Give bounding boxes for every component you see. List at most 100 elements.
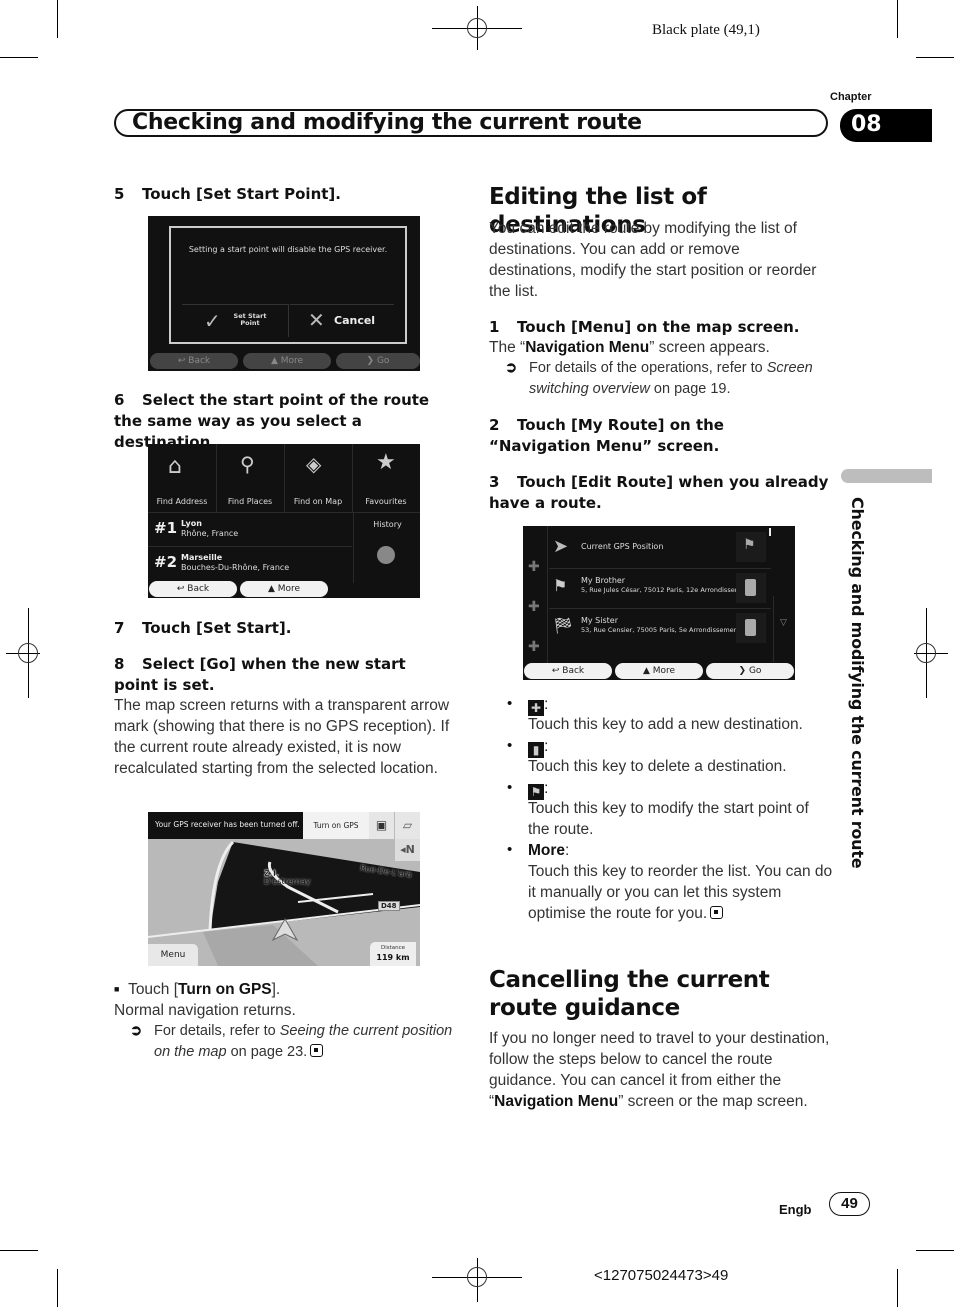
- more-button[interactable]: ▲ More: [243, 353, 331, 369]
- step-1-body: The “Navigation Menu” screen appears.: [489, 337, 829, 358]
- more-label: More: [280, 356, 304, 366]
- step-text: Touch [Edit Route] when you already have…: [489, 473, 829, 512]
- step-2: 2 Touch [My Route] on the “Navigation Men…: [489, 415, 829, 457]
- tile-find-address[interactable]: ⌂ Find Address: [148, 444, 217, 513]
- step-text: Touch [My Route] on the “Navigation Menu…: [489, 416, 724, 455]
- cart-icon[interactable]: ▣: [369, 812, 394, 839]
- screenshot-find-start-point: ⌂ Find Address ⚲ Find Places ◈ Find on M…: [148, 444, 420, 598]
- end-mark-icon: [310, 1044, 324, 1057]
- bullet-text-content: Touch this key to reorder the list. You …: [528, 863, 833, 922]
- tile-favourites[interactable]: ★ Favourites: [352, 444, 420, 513]
- scroll-down-button[interactable]: ▽: [773, 596, 795, 662]
- side-tab-title: Checking and modifying the current route: [848, 497, 867, 869]
- cancelling-body: If you no longer need to travel to your …: [489, 1028, 834, 1112]
- step-7: 7 Touch [Set Start].: [114, 618, 454, 639]
- section-heading-cancelling: Cancelling the current route guidance: [489, 967, 770, 1021]
- places-pin-icon: ⚲: [240, 452, 255, 476]
- tile-find-on-map[interactable]: ◈ Find on Map: [284, 444, 353, 513]
- add-destination-button[interactable]: ✚: [528, 559, 540, 575]
- add-destination-button[interactable]: ✚: [528, 639, 540, 655]
- flag-icon: ⚑: [553, 576, 568, 595]
- cross-reference-note: ➲ For details, refer to Seeing the curren…: [130, 1021, 454, 1063]
- crop-mark: [57, 1269, 58, 1307]
- tile-label: Find Address: [156, 497, 208, 506]
- step-3: 3 Touch [Edit Route] when you already hav…: [489, 472, 829, 514]
- crop-mark: [57, 0, 58, 38]
- screenshot-edit-route: ✚ ✚ ✚ ➤ Current GPS Position ⚑ ⚑ My Brot…: [523, 526, 795, 680]
- delete-destination-button[interactable]: [736, 613, 766, 643]
- instruction-text: ].: [271, 981, 281, 998]
- back-button[interactable]: ↩ Back: [150, 353, 238, 369]
- editing-intro: You can edit the route by modifying the …: [489, 220, 817, 300]
- result-detail: Bouches-Du-Rhône, France: [181, 563, 290, 572]
- scrollbar[interactable]: [769, 528, 771, 536]
- star-icon: ★: [376, 450, 396, 475]
- go-button[interactable]: ❯ Go: [706, 663, 794, 679]
- go-button[interactable]: ❯ Go: [336, 353, 420, 369]
- distance-panel: Distance 119 km: [370, 942, 416, 966]
- view-toggle-icon[interactable]: ▱: [395, 812, 420, 839]
- distance-label: Distance: [380, 945, 406, 951]
- note-text: For details of the operations, refer to: [529, 360, 767, 376]
- registration-mark: [467, 1267, 487, 1287]
- result-row[interactable]: #1 Lyon Rhône, France: [148, 513, 352, 547]
- step-text: Select the start point of the route the …: [114, 391, 430, 451]
- language-label: Engb: [779, 1202, 812, 1217]
- turn-on-gps-instruction: ■ Touch [Turn on GPS].: [114, 979, 454, 1000]
- add-key-icon-label: ✚:: [528, 696, 548, 716]
- trash-icon: [745, 579, 756, 596]
- tile-label: Find on Map: [293, 497, 343, 506]
- back-arrow-icon: ↩: [177, 356, 189, 366]
- gps-off-banner: Your GPS receiver has been turned off.: [148, 812, 303, 839]
- side-tab-bar: [841, 469, 932, 483]
- body-text: The “: [489, 339, 526, 356]
- chapter-title: Checking and modifying the current route: [132, 110, 642, 135]
- area-label: D'estrernay: [264, 877, 311, 886]
- delete-destination-button[interactable]: [736, 573, 766, 603]
- arrow-icon: ➲: [505, 360, 518, 376]
- history-label: History: [373, 520, 402, 529]
- crop-mark: [0, 1250, 38, 1251]
- triangle-down-icon: ▽: [780, 618, 787, 628]
- back-button[interactable]: ↩ Back: [149, 581, 237, 597]
- crop-mark: [0, 57, 38, 58]
- bullet-dot: •: [507, 841, 513, 858]
- map-icon: ◈: [306, 452, 322, 476]
- history-clock-icon: [377, 546, 395, 564]
- back-button[interactable]: ↩ Back: [524, 663, 612, 679]
- more-button[interactable]: ▲ More: [615, 663, 703, 679]
- more-button[interactable]: ▲ More: [240, 581, 328, 597]
- instruction-bold: Turn on GPS: [178, 981, 272, 998]
- page-number: 49: [829, 1192, 870, 1216]
- bullet-dot: •: [507, 737, 513, 754]
- tile-find-places[interactable]: ⚲ Find Places: [216, 444, 285, 513]
- add-destination-button[interactable]: ✚: [528, 599, 540, 615]
- route-row-detail: 5, Rue Jules César, 75012 Paris, 12e Arr…: [581, 586, 752, 594]
- modify-start-button[interactable]: ⚑: [736, 532, 766, 562]
- normal-nav-text: Normal navigation returns.: [114, 1002, 296, 1019]
- home-icon: ▲: [267, 584, 278, 594]
- cancel-button[interactable]: ✕ Cancel: [290, 304, 394, 337]
- step-number: 8: [114, 655, 125, 673]
- crop-mark: [897, 0, 898, 38]
- set-start-point-button[interactable]: ✓ Set Start Point: [182, 304, 289, 337]
- step-8: 8 Select [Go] when the new start point is…: [114, 654, 454, 696]
- checkered-flag-icon: 🏁︎: [553, 616, 574, 635]
- flag-icon: ⚑: [743, 537, 756, 553]
- history-button[interactable]: History: [353, 513, 420, 583]
- note-text: For details, refer to: [154, 1023, 280, 1039]
- house-icon: ⌂: [168, 454, 182, 479]
- note-text: on page 23.: [226, 1044, 308, 1060]
- bullet-text: Touch this key to add a new destination.: [528, 716, 803, 733]
- plate-label: Black plate (49,1): [652, 22, 760, 38]
- document-id: <127075024473>49: [594, 1267, 729, 1284]
- result-row[interactable]: #2 Marseille Bouches-Du-Rhône, France: [148, 547, 352, 580]
- cancel-label: Cancel: [334, 314, 376, 327]
- compass-icon[interactable]: ◂N: [395, 839, 420, 861]
- turn-on-gps-button[interactable]: Turn on GPS: [303, 812, 369, 839]
- map-shape: [203, 925, 318, 966]
- route-row-title: My Brother: [581, 576, 626, 585]
- distance-value: 119 km: [376, 953, 410, 962]
- registration-mark: [18, 643, 38, 663]
- menu-button[interactable]: Menu: [148, 944, 198, 966]
